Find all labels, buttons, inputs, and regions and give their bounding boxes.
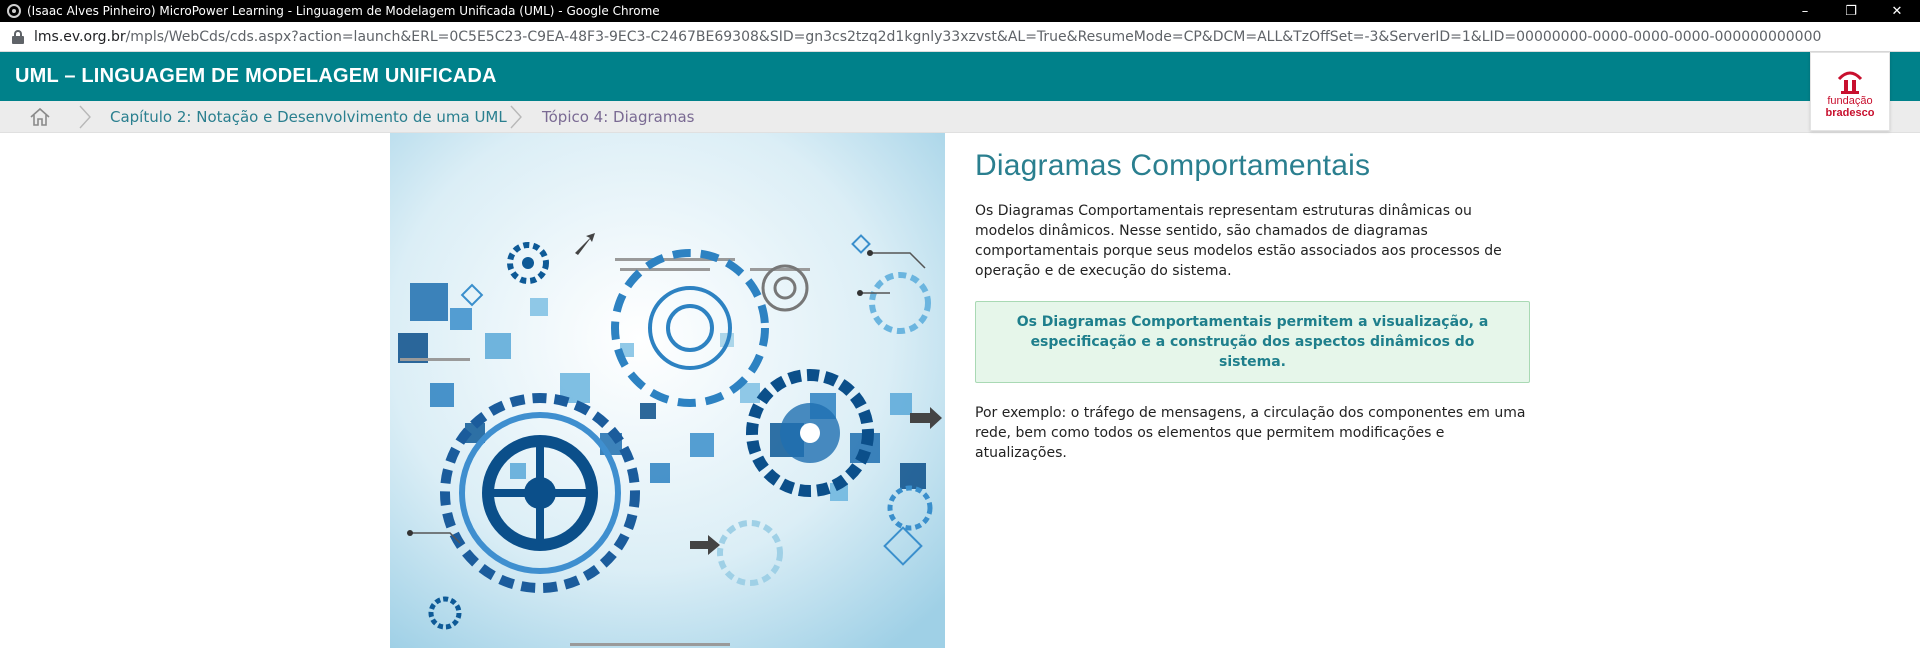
breadcrumb-chapter-link[interactable]: Capítulo 2: Notação e Desenvolvimento de…	[110, 101, 507, 133]
main-content: Diagramas Comportamentais Os Diagramas C…	[975, 133, 1535, 463]
window-titlebar: (Isaac Alves Pinheiro) MicroPower Learni…	[0, 0, 1920, 22]
page-title: Diagramas Comportamentais	[975, 149, 1371, 182]
address-bar[interactable]: lms.ev.org.br/mpls/WebCds/cds.aspx?actio…	[0, 22, 1920, 52]
logo-text-fundacao: fundação	[1827, 94, 1873, 107]
gears-illustration	[390, 133, 945, 648]
window-controls: – ❐ ✕	[1782, 0, 1920, 22]
breadcrumb: Capítulo 2: Notação e Desenvolvimento de…	[0, 101, 1920, 133]
highlight-box: Os Diagramas Comportamentais permitem a …	[975, 301, 1530, 383]
home-icon[interactable]	[29, 107, 51, 127]
example-paragraph: Por exemplo: o tráfego de mensagens, a c…	[975, 405, 1526, 461]
intro-paragraph: Os Diagramas Comportamentais representam…	[975, 203, 1502, 279]
chevron-right-icon	[510, 105, 522, 129]
chevron-right-icon	[79, 105, 91, 129]
highlight-text: Os Diagramas Comportamentais permitem a …	[1016, 314, 1489, 370]
bradesco-logo-icon	[1837, 71, 1863, 94]
window-title: (Isaac Alves Pinheiro) MicroPower Learni…	[27, 4, 660, 18]
course-title: UML – LINGUAGEM DE MODELAGEM UNIFICADA	[15, 65, 497, 87]
restore-button[interactable]: ❐	[1828, 0, 1874, 22]
url-host[interactable]: lms.ev.org.br	[34, 29, 126, 45]
breadcrumb-topic: Tópico 4: Diagramas	[542, 108, 695, 126]
url-path[interactable]: /mpls/WebCds/cds.aspx?action=launch&ERL=…	[126, 29, 1822, 45]
chrome-icon	[7, 4, 21, 18]
lock-icon[interactable]	[12, 29, 24, 44]
fundacao-bradesco-logo: fundação bradesco	[1810, 52, 1890, 131]
logo-text-bradesco: bradesco	[1825, 106, 1875, 119]
minimize-button[interactable]: –	[1782, 0, 1828, 22]
course-header: UML – LINGUAGEM DE MODELAGEM UNIFICADA	[0, 52, 1920, 101]
close-button[interactable]: ✕	[1874, 0, 1920, 22]
